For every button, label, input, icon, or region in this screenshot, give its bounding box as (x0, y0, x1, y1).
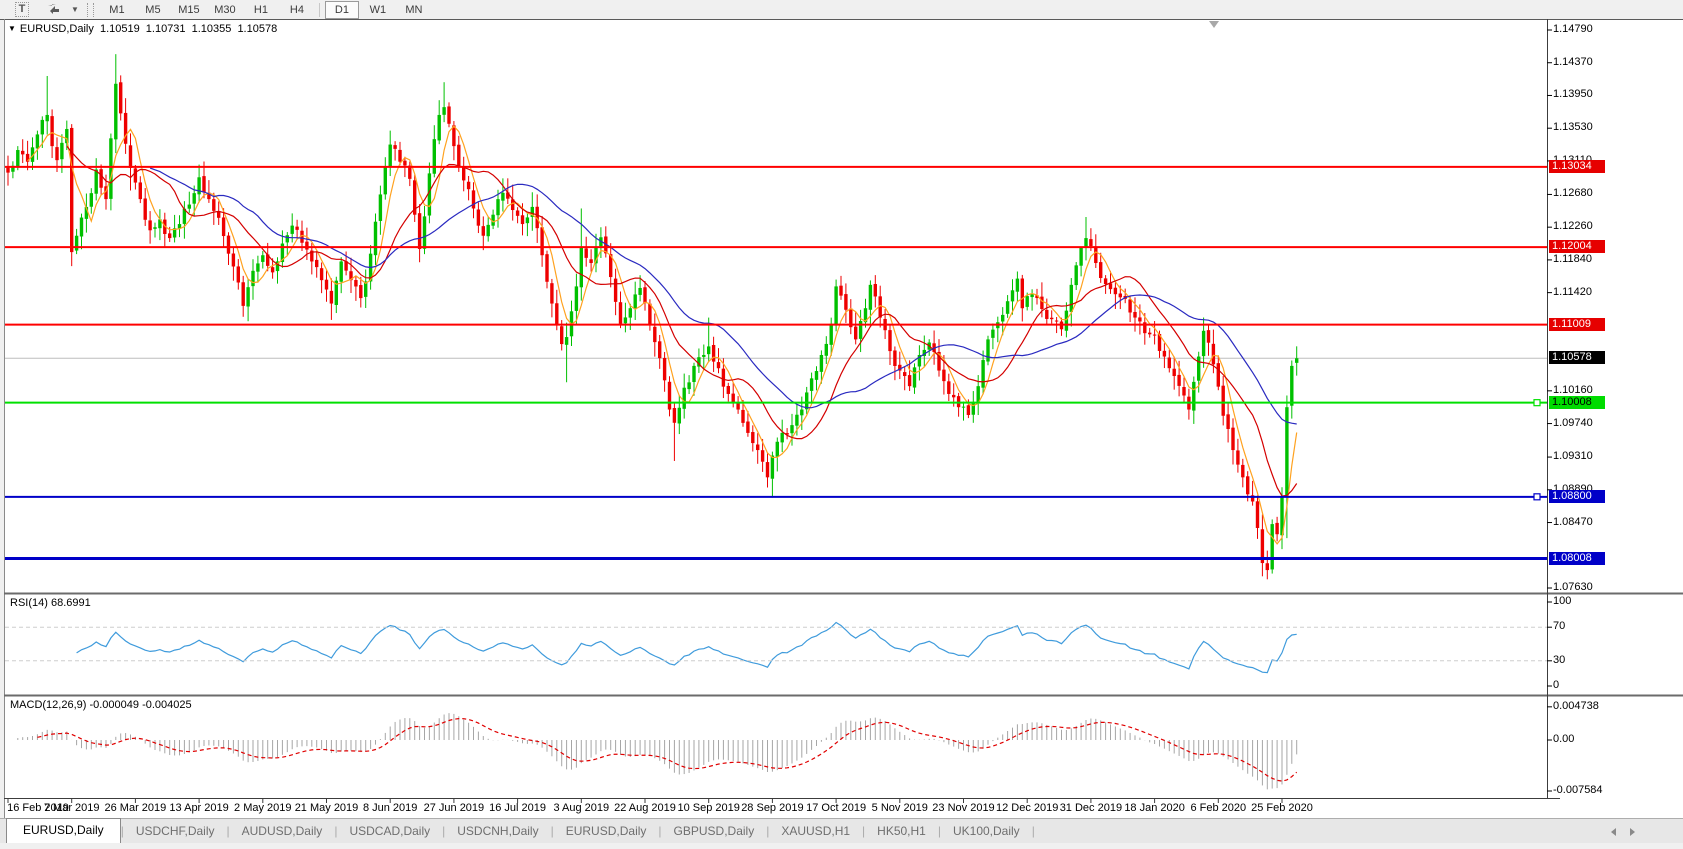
tab-xauusd-h1[interactable]: XAUUSD,H1 (769, 820, 862, 843)
chart-tabs: EURUSD,Daily|USDCHF,Daily|AUDUSD,Daily|U… (0, 818, 1683, 843)
price-line-handle[interactable] (1534, 400, 1540, 406)
timeframe-button-h4[interactable]: H4 (280, 1, 314, 19)
dropdown-caret-icon[interactable]: ▼ (71, 5, 79, 14)
tab-usdcnh-daily[interactable]: USDCNH,Daily (445, 820, 550, 843)
timeframe-button-m1[interactable]: M1 (100, 1, 134, 19)
tab-usdcad-daily[interactable]: USDCAD,Daily (337, 820, 442, 843)
status-strip (0, 843, 1683, 849)
timeframe-button-m5[interactable]: M5 (136, 1, 170, 19)
toolbar-grip (87, 3, 94, 17)
tab-eurusd-daily[interactable]: EURUSD,Daily (6, 818, 121, 843)
chart-canvas[interactable] (0, 0, 1683, 849)
tab-separator: | (1032, 820, 1035, 843)
timeframe-buttons: M1M5M15M30H1H4 D1W1MN (99, 1, 432, 19)
timeframe-button-w1[interactable]: W1 (361, 1, 395, 19)
tab-scroll-arrows (1611, 828, 1635, 836)
diagonal-arrows-icon (47, 3, 61, 16)
cycle-symbols-button[interactable] (39, 1, 69, 19)
toolbar: T ▼ M1M5M15M30H1H4 D1W1MN (0, 0, 1683, 19)
tab-usdchf-daily[interactable]: USDCHF,Daily (124, 820, 227, 843)
tab-gbpusd-daily[interactable]: GBPUSD,Daily (662, 820, 767, 843)
tab-hk50-h1[interactable]: HK50,H1 (865, 820, 938, 843)
tabs-scroll-left-icon[interactable] (1611, 828, 1616, 836)
timeframe-button-m30[interactable]: M30 (208, 1, 242, 19)
text-tool-button[interactable]: T (7, 1, 37, 19)
timeframe-button-h1[interactable]: H1 (244, 1, 278, 19)
timeframe-button-m15[interactable]: M15 (172, 1, 206, 19)
tab-uk100-daily[interactable]: UK100,Daily (941, 820, 1032, 843)
tab-eurusd-daily[interactable]: EURUSD,Daily (554, 820, 659, 843)
timeframe-button-d1[interactable]: D1 (325, 1, 359, 19)
text-tool-icon: T (15, 2, 30, 17)
toolbar-separator (319, 3, 320, 17)
tab-audusd-daily[interactable]: AUDUSD,Daily (230, 820, 335, 843)
timeframe-button-mn[interactable]: MN (397, 1, 431, 19)
tabs-scroll-right-icon[interactable] (1630, 828, 1635, 836)
mt4-window: { "toolbar": { "text_tool_label": "T", "… (0, 0, 1683, 849)
price-line-handle[interactable] (1534, 494, 1540, 500)
